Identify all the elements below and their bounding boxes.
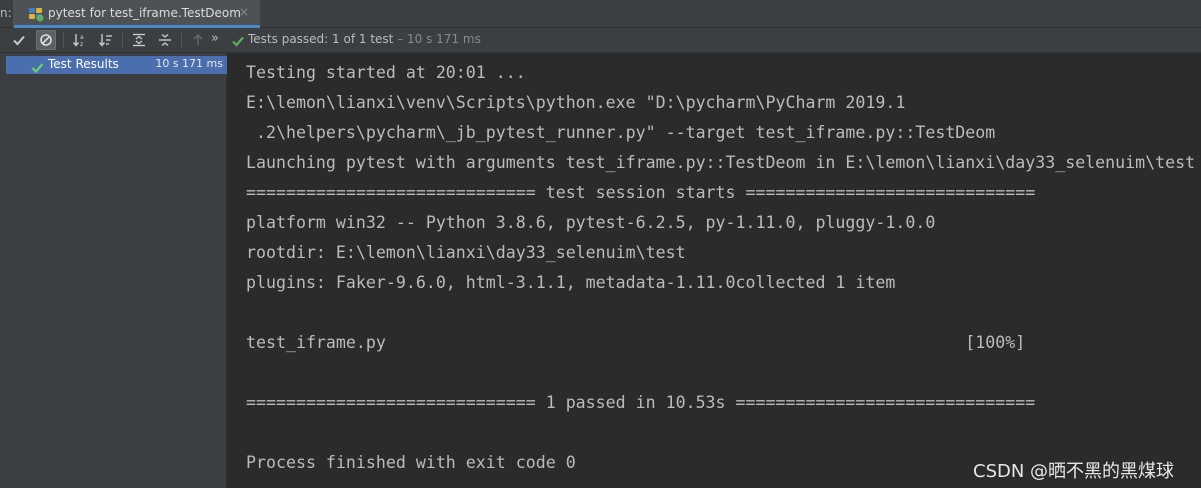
svg-text:a: a bbox=[80, 34, 84, 41]
watermark: CSDN @晒不黑的黑煤球 bbox=[973, 461, 1175, 482]
run-label: n: bbox=[0, 6, 12, 20]
sort-alpha-icon: a z bbox=[72, 34, 84, 48]
test-passed-icon bbox=[231, 33, 245, 52]
sort-alphabetically-button[interactable]: a z bbox=[70, 30, 90, 50]
test-runner-toolbar: a z » bbox=[0, 28, 1201, 53]
arrow-up-icon bbox=[193, 34, 203, 45]
status-count: 1 of 1 test bbox=[332, 32, 394, 46]
console-line: ============================= test sessi… bbox=[246, 183, 1036, 202]
console-line: rootdir: E:\lemon\lianxi\day33_selenuim\… bbox=[246, 243, 686, 262]
console-line: plugins: Faker-9.6.0, html-3.1.1, metada… bbox=[246, 273, 896, 292]
toolbar-separator bbox=[181, 33, 182, 48]
collapse-all-icon bbox=[159, 33, 171, 47]
svg-text:z: z bbox=[80, 41, 83, 48]
expand-all-icon bbox=[133, 33, 145, 47]
more-actions-icon[interactable]: » bbox=[211, 31, 219, 46]
status-label: Tests passed: bbox=[248, 32, 329, 46]
show-passed-button[interactable] bbox=[9, 30, 29, 50]
collapse-all-button[interactable] bbox=[155, 30, 175, 50]
console-line: .2\helpers\pycharm\_jb_pytest_runner.py"… bbox=[246, 123, 996, 142]
tab-pytest-run[interactable]: pytest for test_iframe.TestDeom × bbox=[14, 0, 260, 28]
show-ignored-button[interactable] bbox=[36, 30, 56, 50]
tab-title: pytest for test_iframe.TestDeom bbox=[48, 6, 241, 20]
expand-all-button[interactable] bbox=[129, 30, 149, 50]
console-line: ============================= 1 passed i… bbox=[246, 393, 1036, 412]
previous-failed-test-button[interactable] bbox=[188, 30, 208, 50]
toolbar-separator bbox=[63, 33, 64, 48]
run-tool-window: n: pytest for test_iframe.TestDeom × a z… bbox=[0, 0, 1201, 488]
test-status-summary: Tests passed: 1 of 1 test – 10 s 171 ms bbox=[248, 32, 481, 46]
close-icon[interactable]: × bbox=[239, 5, 249, 19]
console-line: test_iframe.py [100%] bbox=[246, 333, 1026, 352]
console-line: E:\lemon\lianxi\venv\Scripts\python.exe … bbox=[246, 93, 906, 112]
tree-item-label: Test Results bbox=[48, 57, 119, 71]
toolbar-separator bbox=[122, 33, 123, 48]
run-tab-strip: n: pytest for test_iframe.TestDeom × bbox=[0, 0, 1201, 28]
sort-duration-icon bbox=[98, 34, 112, 47]
console-line: Launching pytest with arguments test_ifr… bbox=[246, 153, 1196, 172]
tree-item-duration: 10 s 171 ms bbox=[155, 57, 223, 70]
console-line: platform win32 -- Python 3.8.6, pytest-6… bbox=[246, 213, 936, 232]
status-duration: – 10 s 171 ms bbox=[397, 32, 481, 46]
console-output[interactable]: Testing started at 20:01 ... E:\lemon\li… bbox=[227, 53, 1201, 488]
console-line: Process finished with exit code 0 bbox=[246, 453, 576, 472]
sort-by-duration-button[interactable] bbox=[96, 30, 116, 50]
console-line: Testing started at 20:01 ... bbox=[246, 63, 526, 82]
checkmark-icon bbox=[13, 35, 25, 46]
test-passed-icon bbox=[31, 59, 44, 78]
tree-item-test-results[interactable]: Test Results 10 s 171 ms bbox=[6, 56, 227, 74]
test-tree-panel: Test Results 10 s 171 ms bbox=[0, 53, 227, 488]
ignored-icon bbox=[40, 34, 52, 46]
pytest-icon bbox=[28, 6, 44, 22]
